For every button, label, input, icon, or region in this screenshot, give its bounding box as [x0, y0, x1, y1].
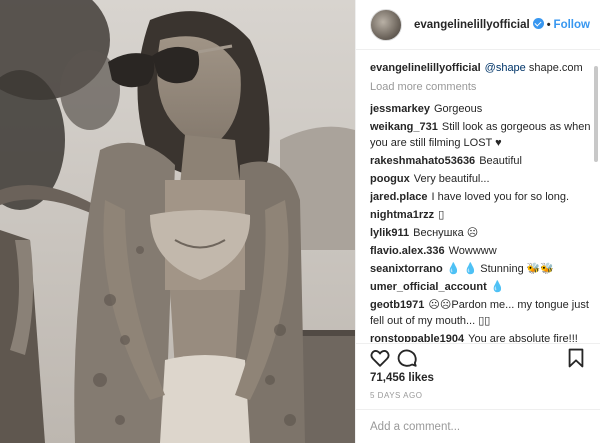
load-more-comments-link[interactable]: Load more comments	[370, 79, 592, 95]
post-author: evangelinelillyofficial • Follow	[414, 18, 590, 31]
separator-dot: •	[546, 19, 551, 31]
comment-item: nightma1rzz ▯	[370, 207, 592, 223]
comment-item: flavio.alex.336 Wowwww	[370, 243, 592, 259]
comment-text: Веснушка ☹	[413, 227, 479, 239]
action-bar	[356, 343, 600, 369]
post-timestamp[interactable]: 5 DAYS AGO	[370, 391, 422, 400]
comment-text: 💧 💧 Stunning 🐝🐝	[446, 263, 555, 275]
caption-mention-link[interactable]: @shape	[485, 62, 526, 74]
follow-button[interactable]: Follow	[554, 19, 590, 31]
comment-text: Beautiful	[479, 155, 522, 167]
comment-item: jessmarkey Gorgeous	[370, 101, 592, 117]
comment-username[interactable]: seanixtorrano	[370, 263, 443, 275]
comment-item: seanixtorrano 💧 💧 Stunning 🐝🐝	[370, 261, 592, 277]
comment-text: 💧	[490, 281, 505, 293]
avatar[interactable]	[370, 8, 402, 41]
comment-item: jared.place I have loved you for so long.	[370, 189, 592, 205]
bookmark-icon[interactable]	[565, 347, 587, 369]
comment-text: Gorgeous	[433, 103, 483, 115]
comment-username[interactable]: weikang_731	[370, 121, 438, 133]
comment-username[interactable]: rakeshmahato53636	[370, 155, 475, 167]
comment-text: Wowwww	[448, 245, 497, 257]
post-photo[interactable]	[0, 0, 355, 443]
comment-item: weikang_731 Still look as gorgeous as whe…	[370, 119, 592, 151]
comment-username[interactable]: nightma1rzz	[370, 209, 434, 221]
comment-username[interactable]: geotb1971	[370, 299, 424, 311]
woman-in-sunglasses-photo	[0, 0, 355, 443]
comment-text: Very beautiful...	[413, 173, 490, 185]
comment-item: ronstoppable1904 You are absolute fire!!!	[370, 331, 592, 342]
comment-username[interactable]: jared.place	[370, 191, 427, 203]
comment-text: You are absolute fire!!!	[468, 333, 578, 342]
add-comment-bar	[356, 409, 600, 443]
heart-icon[interactable]	[369, 347, 391, 369]
verified-badge-icon	[532, 18, 544, 29]
comments-scrollbar[interactable]	[594, 66, 598, 162]
comment-text: ▯	[438, 209, 445, 221]
comment-rows: jessmarkey Gorgeous weikang_731 Still look …	[370, 101, 592, 342]
caption-text: shape.com	[528, 62, 583, 74]
comment-item: rakeshmahato53636 Beautiful	[370, 153, 592, 169]
likes-count[interactable]: 71,456 likes	[370, 372, 434, 384]
comment-username[interactable]: lylik911	[370, 227, 409, 239]
comment-item: umer_official_account 💧	[370, 279, 592, 295]
post-sidebar: evangelinelillyofficial • Follow evangelin…	[355, 0, 600, 443]
comment-input[interactable]	[370, 420, 586, 433]
comment-text: I have loved you for so long.	[431, 191, 570, 203]
author-username-link[interactable]: evangelinelillyofficial	[414, 19, 530, 31]
comment-username[interactable]: jessmarkey	[370, 103, 430, 115]
comment-username[interactable]: poogux	[370, 173, 410, 185]
comment-username[interactable]: flavio.alex.336	[370, 245, 445, 257]
comments-list[interactable]: evangelinelillyofficial @shape shape.com …	[370, 60, 592, 342]
comment-username[interactable]: ronstoppable1904	[370, 333, 464, 342]
caption: evangelinelillyofficial @shape shape.com	[370, 60, 592, 76]
instagram-post: evangelinelillyofficial • Follow evangelin…	[0, 0, 600, 443]
comment-bubble-icon[interactable]	[396, 347, 418, 369]
comment-item: poogux Very beautiful...	[370, 171, 592, 187]
comment-item: geotb1971 ☹☹Pardon me... my tongue just f…	[370, 297, 592, 329]
comment-username[interactable]: umer_official_account	[370, 281, 487, 293]
caption-username[interactable]: evangelinelillyofficial	[370, 62, 481, 74]
comment-item: lylik911 Веснушка ☹	[370, 225, 592, 241]
post-header: evangelinelillyofficial • Follow	[356, 0, 600, 50]
